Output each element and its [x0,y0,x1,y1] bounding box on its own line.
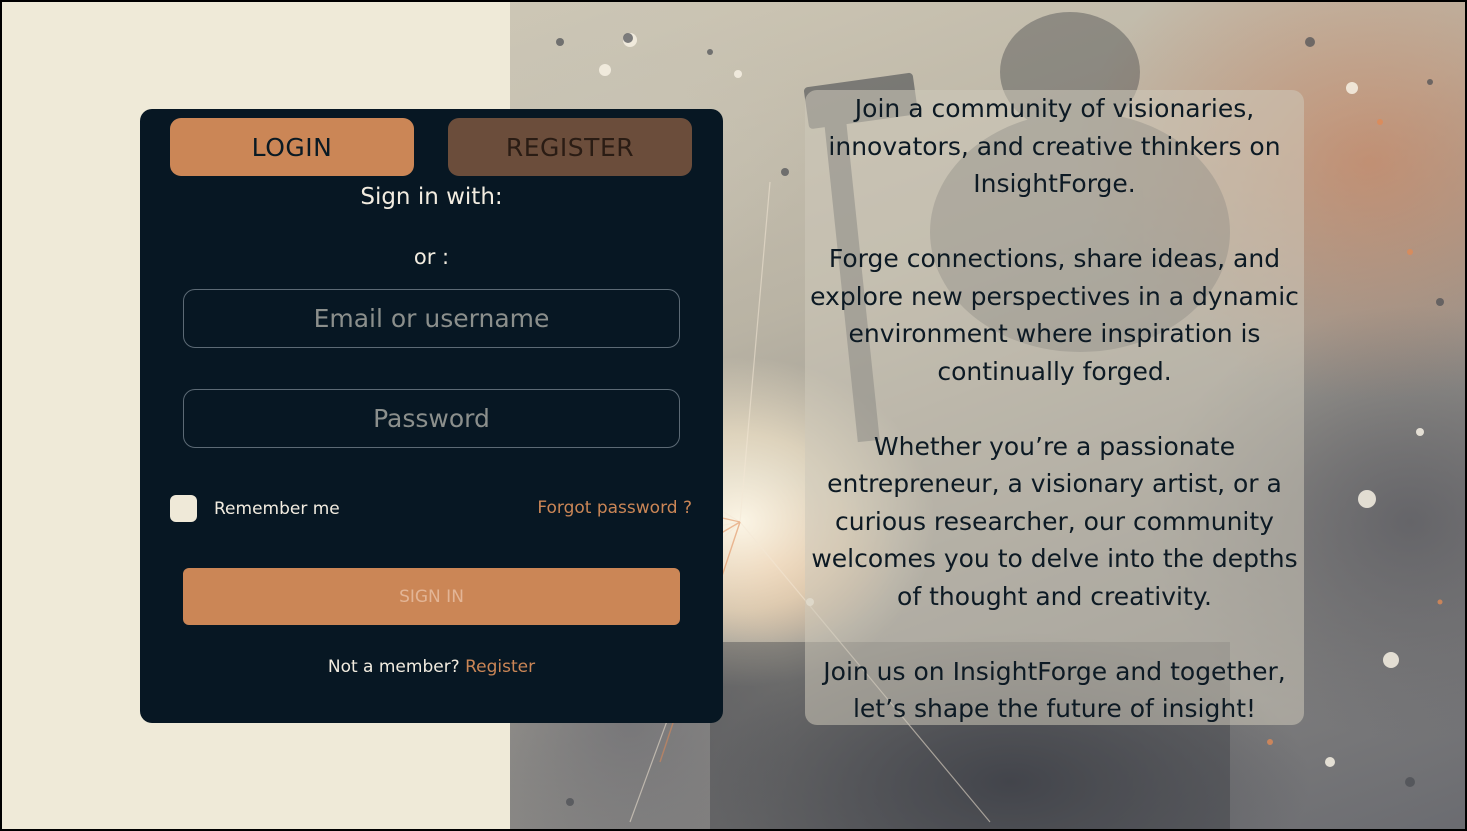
tab-login[interactable]: LOGIN [170,118,414,176]
info-paragraph-1: Join a community of visionaries, innovat… [828,94,1281,198]
not-member-text: Not a member? [327,657,466,677]
register-prompt: Not a member? Register [140,657,723,677]
email-field[interactable] [183,289,680,348]
remember-me-row: Remember me [170,495,340,522]
tab-register[interactable]: REGISTER [448,118,692,176]
login-page: LOGIN REGISTER Sign in with: or : Rememb… [0,0,1467,831]
sign-in-button[interactable]: SIGN IN [183,568,680,625]
info-paragraph-3: Whether you’re a passionate entrepreneur… [811,431,1298,611]
sign-in-with-label: Sign in with: [360,184,503,210]
register-link[interactable]: Register [465,657,535,677]
remember-me-label: Remember me [214,498,340,519]
or-divider-label: or : [413,245,450,269]
info-paragraph-2: Forge connections, share ideas, and expl… [810,244,1299,386]
remember-me-checkbox[interactable] [170,495,197,522]
community-info-panel: Join a community of visionaries, innovat… [805,90,1304,725]
forgot-password-link[interactable]: Forgot password ? [537,498,692,518]
password-field[interactable] [183,389,680,448]
login-card: LOGIN REGISTER Sign in with: or : Rememb… [140,109,723,723]
info-paragraph-4: Join us on InsightForge and together, le… [823,656,1286,724]
